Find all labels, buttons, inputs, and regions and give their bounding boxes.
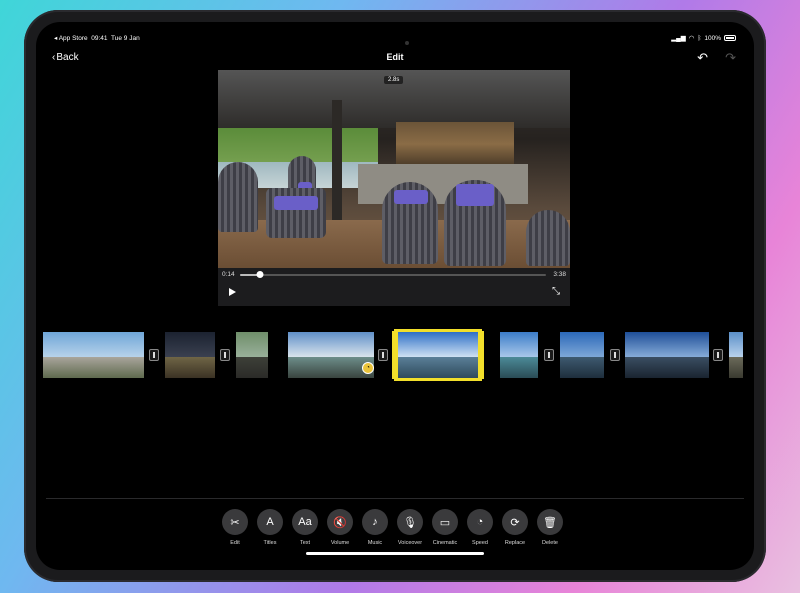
transition-button[interactable]: [713, 349, 723, 361]
tool-label: Voiceover: [397, 540, 423, 546]
scene-cushion: [274, 196, 318, 210]
tool-label: Edit: [230, 540, 240, 546]
status-right: ▂▄▆ ◠ ᛒ 100%: [671, 34, 736, 42]
trash-icon: 🗑: [537, 509, 563, 535]
transition-button[interactable]: [610, 349, 620, 361]
tool-cinematic-button[interactable]: ▭ Cinematic: [432, 509, 458, 546]
page-title: Edit: [386, 52, 404, 62]
music-note-icon: ♪: [362, 509, 388, 535]
tool-delete-button[interactable]: 🗑 Delete: [537, 509, 563, 546]
timeline-clip[interactable]: [500, 332, 538, 378]
fullscreen-icon[interactable]: ⤡: [552, 286, 560, 297]
home-indicator[interactable]: [306, 552, 484, 555]
scene-chair: [218, 162, 258, 232]
status-time: 09:41: [91, 35, 108, 42]
camera-icon: ▭: [432, 509, 458, 535]
timeline-clip[interactable]: [560, 332, 604, 378]
trim-handle-right[interactable]: [478, 331, 484, 379]
bluetooth-icon: ᛒ: [697, 34, 702, 42]
speed-badge-icon[interactable]: ◔: [362, 362, 374, 374]
signal-icon: ▂▄▆: [671, 35, 686, 42]
text-icon: Aa: [292, 509, 318, 535]
timeline-clip[interactable]: [729, 332, 743, 378]
tool-label: Titles: [263, 540, 277, 546]
redo-icon: ↷: [725, 50, 736, 65]
tool-voiceover-button[interactable]: 🎙 Voiceover: [397, 509, 423, 546]
device-screen: ◂ App Store 09:41 Tue 9 Jan ▂▄▆ ◠ ᛒ 100%…: [36, 22, 754, 570]
timeline-clip[interactable]: [625, 332, 709, 378]
status-date: Tue 9 Jan: [111, 35, 140, 42]
trim-handle-left[interactable]: [392, 331, 398, 379]
tool-replace-button[interactable]: ⟳ Replace: [502, 509, 528, 546]
undo-button[interactable]: ↶: [697, 50, 708, 66]
timeline[interactable]: ◔: [36, 329, 754, 381]
battery-percent: 100%: [704, 34, 721, 42]
nav-bar: ‹ Back Edit ↶ ↷: [36, 50, 754, 68]
timeline-clip[interactable]: [165, 332, 215, 378]
status-back-app[interactable]: ◂ App Store: [54, 35, 88, 42]
timeline-clip[interactable]: [236, 332, 268, 378]
tool-label: Speed: [472, 540, 488, 546]
clip-duration-badge: 2.8s: [384, 76, 404, 84]
tool-label: Replace: [504, 540, 526, 546]
replace-icon: ⟳: [502, 509, 528, 535]
transition-button[interactable]: [149, 349, 159, 361]
scrubber-knob[interactable]: [256, 271, 264, 278]
redo-button[interactable]: ↷: [725, 50, 736, 66]
tool-label: Delete: [542, 540, 558, 546]
transition-button[interactable]: [544, 349, 554, 361]
tool-label: Volume: [330, 540, 350, 546]
transition-button[interactable]: [220, 349, 230, 361]
video-preview[interactable]: 2.8s: [218, 70, 570, 268]
scene-bar-shelf: [396, 122, 514, 166]
edit-toolbar: ✂ Edit A Titles Aa Text 🔇 Volume ♪ Music 🎙 Voiceove…: [222, 509, 563, 546]
scrubber[interactable]: [240, 271, 546, 278]
microphone-icon: 🎙: [397, 509, 423, 535]
titles-icon: A: [257, 509, 283, 535]
tool-music-button[interactable]: ♪ Music: [362, 509, 388, 546]
scene-pillar: [332, 100, 342, 230]
toolbar-divider: [46, 498, 744, 499]
tool-text-button[interactable]: Aa Text: [292, 509, 318, 546]
video-viewer: 2.8s 0:14 3:38 ⤡: [218, 70, 570, 306]
volume-muted-icon: 🔇: [327, 509, 353, 535]
status-left: ◂ App Store 09:41 Tue 9 Jan: [54, 34, 140, 42]
battery-icon: [724, 35, 736, 41]
timeline-clip-selected[interactable]: [394, 329, 482, 381]
tool-titles-button[interactable]: A Titles: [257, 509, 283, 546]
scissors-icon: ✂: [222, 509, 248, 535]
scene-cushion: [456, 184, 494, 206]
speedometer-icon: ◔: [467, 509, 493, 535]
timeline-clip[interactable]: [288, 332, 374, 378]
playback-controls: 0:14 3:38 ⤡: [218, 268, 570, 306]
undo-icon: ↶: [697, 50, 708, 65]
tool-label: Music: [367, 540, 383, 546]
tool-volume-button[interactable]: 🔇 Volume: [327, 509, 353, 546]
timeline-clip[interactable]: [43, 332, 144, 378]
scene-chair: [526, 210, 570, 266]
tool-label: Cinematic: [432, 540, 458, 546]
tool-label: Text: [299, 540, 311, 546]
scene-cushion: [394, 190, 428, 204]
transition-button[interactable]: [378, 349, 388, 361]
play-icon[interactable]: [229, 288, 236, 296]
tool-speed-button[interactable]: ◔ Speed: [467, 509, 493, 546]
tool-edit-button[interactable]: ✂ Edit: [222, 509, 248, 546]
current-time: 0:14: [222, 271, 235, 278]
wifi-icon: ◠: [688, 35, 695, 42]
total-time: 3:38: [553, 271, 566, 278]
status-bar: ◂ App Store 09:41 Tue 9 Jan ▂▄▆ ◠ ᛒ 100%: [54, 34, 736, 46]
